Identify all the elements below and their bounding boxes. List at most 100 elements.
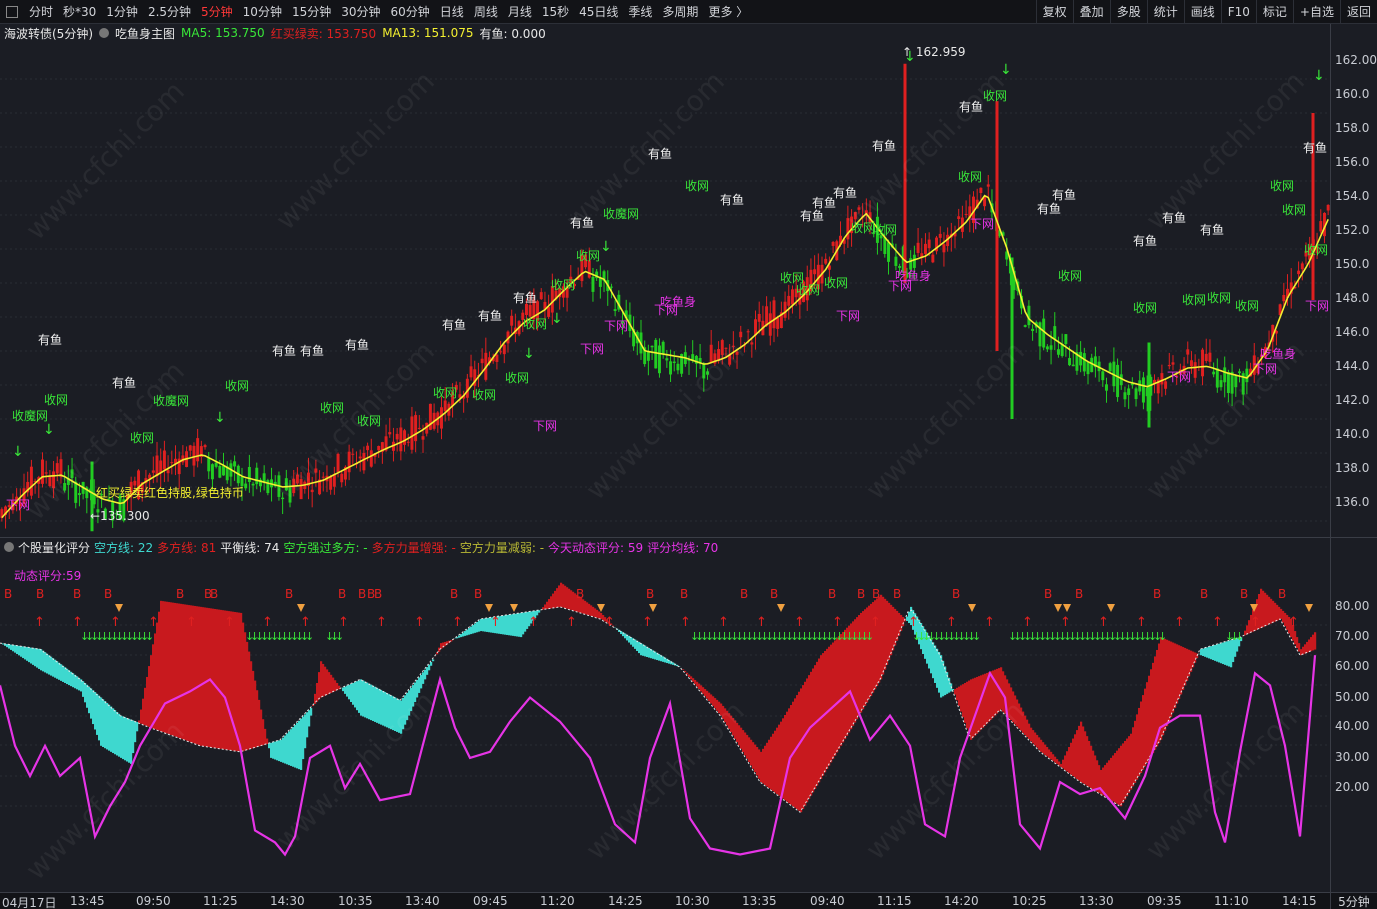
score-fill-band [1220, 643, 1223, 664]
candle-body [783, 301, 787, 318]
indicator-name[interactable]: 吃鱼身主图 [115, 25, 175, 42]
period-tab[interactable]: 周线 [469, 0, 503, 24]
candle-body [790, 289, 794, 305]
score-title[interactable]: 个股量化评分 [18, 539, 90, 556]
period-tab[interactable]: 45日线 [574, 0, 623, 24]
score-fill-band [198, 606, 201, 746]
score-fill-band [182, 604, 185, 740]
score-fill-band [748, 737, 751, 763]
period-tab[interactable]: 月线 [503, 0, 537, 24]
period-tab[interactable]: 10分钟 [238, 0, 287, 24]
candle-body [196, 438, 200, 462]
fish-signal: 有鱼 [833, 186, 857, 200]
period-tab[interactable]: 季线 [623, 0, 657, 24]
score-fill-band [432, 659, 435, 662]
toolbar-button[interactable]: F10 [1220, 0, 1256, 24]
score-fill-band [402, 697, 405, 730]
period-tab[interactable]: 2.5分钟 [143, 0, 196, 24]
period-tab[interactable]: 15秒 [537, 0, 574, 24]
score-fill-band [1230, 640, 1233, 668]
score-fill-band [682, 669, 685, 670]
score-fill-band [1170, 641, 1173, 718]
toolbar-button[interactable]: 统计 [1146, 0, 1184, 24]
score-fill-band [98, 695, 101, 741]
score-fill-band [480, 618, 483, 632]
score-fill-band [1268, 596, 1271, 625]
close-net-signal: 收网 [130, 431, 154, 445]
score-fill-band [240, 612, 243, 752]
score-fill-band [1042, 742, 1045, 754]
score-chart[interactable]: 动态评分:59B B B B B BB B B B BB B B B B B B B B B B B B B B B B B B↑ ↑ ↑… [0, 556, 1330, 892]
period-tab[interactable]: 更多 〉 [703, 0, 753, 24]
time-tick: 13:40 [405, 894, 440, 908]
toolbar-button[interactable]: 复权 [1035, 0, 1073, 24]
buy-signal: B [338, 587, 346, 601]
panel-toggle-icon[interactable] [6, 6, 18, 18]
candle-body [395, 433, 399, 440]
period-tab[interactable]: 分时 [24, 0, 58, 24]
toolbar-button[interactable]: 多股 [1109, 0, 1147, 24]
score-fill-band [966, 681, 969, 729]
score-fill-band [744, 732, 747, 756]
candle-body [1127, 388, 1131, 395]
period-tab[interactable]: 15分钟 [287, 0, 336, 24]
period-tab[interactable]: 日线 [435, 0, 469, 24]
up-arrow-signal: ↑ [794, 615, 805, 630]
period-tab[interactable]: 秒*30 [58, 0, 101, 24]
score-fill-band [778, 724, 781, 796]
period-tab[interactable]: 5分钟 [196, 0, 238, 24]
score-fill-band [440, 643, 443, 650]
score-indicator-menu-icon[interactable] [4, 542, 14, 552]
up-arrow-signal: ↑ [34, 615, 45, 630]
score-fill-band [1270, 598, 1273, 624]
score-fill-band [520, 612, 523, 638]
candle-body [480, 358, 484, 364]
candle-body [70, 469, 74, 478]
score-fill-band [44, 652, 47, 673]
fish-signal: 有鱼 [112, 376, 136, 390]
score-fill-band [54, 659, 57, 678]
score-fill-band [6, 644, 9, 648]
candle-body [1297, 270, 1301, 275]
score-fill-band [1146, 682, 1149, 764]
score-fill-band [756, 747, 759, 776]
candle-body [927, 239, 931, 249]
score-fill-band [116, 711, 119, 756]
main-price-chart[interactable]: ↑ 162.959←135.300红买绿卖红色持股,绿色持币有鱼有鱼有鱼 有鱼 有鱼… [0, 42, 1330, 536]
toolbar-button[interactable]: +自选 [1292, 0, 1340, 24]
toolbar-button[interactable]: 返回 [1339, 0, 1377, 24]
candle-body [1134, 388, 1138, 400]
score-fill-band [282, 737, 285, 763]
score-fill-band [888, 602, 891, 661]
candle-body [288, 487, 292, 503]
score-fill-band [772, 733, 775, 792]
score-fill-band [502, 615, 505, 635]
buy-signal: B [1044, 587, 1052, 601]
candle-body [765, 306, 769, 326]
toolbar-button[interactable]: 叠加 [1072, 0, 1110, 24]
score-fill-band [1226, 641, 1229, 666]
score-fill-band [634, 639, 637, 649]
score-fill-band [754, 744, 757, 773]
score-fill-band [718, 701, 721, 714]
score-fill-band [1152, 662, 1155, 754]
period-tab[interactable]: 多周期 [657, 0, 703, 24]
score-fill-band [696, 681, 699, 687]
score-fill-band [648, 647, 651, 658]
period-indicator[interactable]: 5分钟 [1330, 892, 1377, 909]
indicator-menu-icon[interactable] [99, 28, 109, 38]
score-fill-band [86, 684, 89, 708]
close-net-signal: 收网 [433, 386, 457, 400]
candle-body [894, 256, 898, 266]
score-fill-band [308, 710, 311, 727]
score-fill-band [874, 600, 877, 690]
period-tab[interactable]: 30分钟 [336, 0, 385, 24]
period-tab[interactable]: 60分钟 [386, 0, 435, 24]
toolbar-button[interactable]: 标记 [1255, 0, 1293, 24]
candle-body [1189, 360, 1193, 367]
period-tab[interactable]: 1分钟 [101, 0, 143, 24]
score-fill-band [200, 606, 203, 746]
fish-signal: 有鱼 [800, 209, 824, 223]
toolbar-button[interactable]: 画线 [1183, 0, 1221, 24]
close-net-signal: 收网 [824, 276, 848, 290]
